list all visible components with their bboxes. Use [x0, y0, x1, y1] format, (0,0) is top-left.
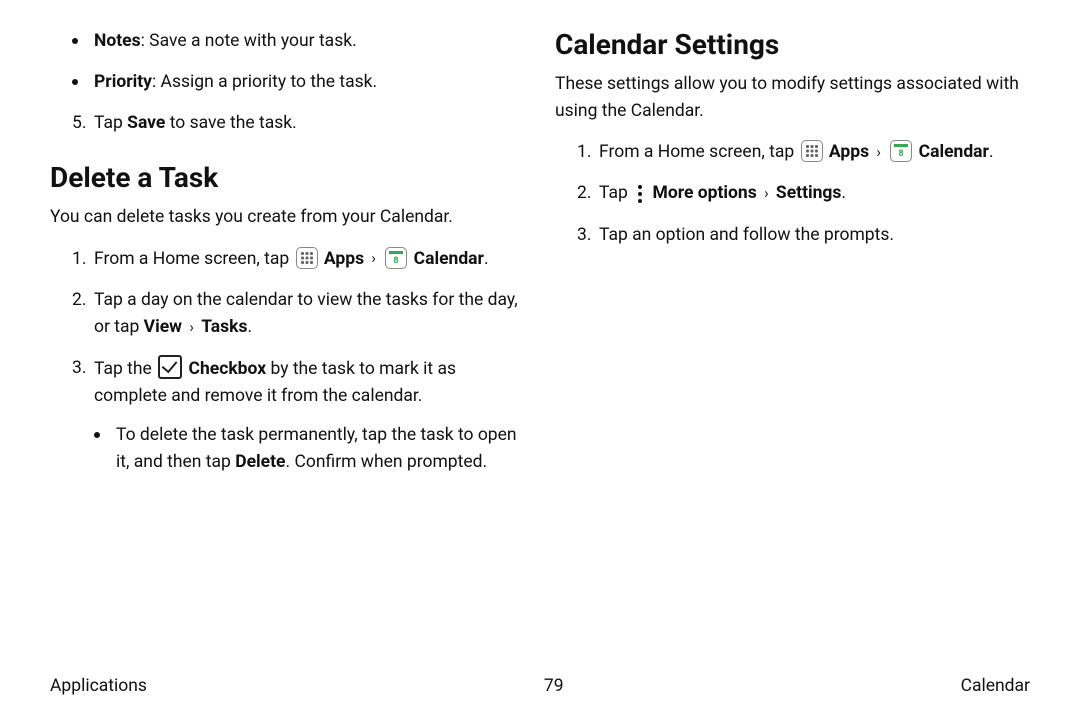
tasks-label: Tasks — [201, 317, 247, 337]
bullet-label: Notes — [94, 31, 141, 51]
settings-step-1: 1. From a Home screen, tap Apps › 8 Cale… — [577, 139, 1030, 166]
apps-icon — [801, 140, 823, 162]
footer-left: Applications — [50, 676, 147, 696]
sub-text: . Confirm when prompted. — [286, 452, 488, 472]
step-5: 5. Tap Save to save the task. — [72, 110, 525, 137]
bullet-text: : Save a note with your task. — [141, 31, 357, 51]
more-options-icon — [635, 185, 645, 203]
step-text: Tap — [599, 183, 632, 203]
view-label: View — [144, 317, 182, 337]
delete-task-steps: 1. From a Home screen, tap Apps › 8 Cale… — [50, 246, 525, 477]
settings-step-2: 2. Tap More options › Settings. — [577, 180, 1030, 207]
chevron-right-icon: › — [876, 143, 881, 161]
delete-step-3: 3. Tap the Checkbox by the task to mark … — [72, 355, 525, 477]
delete-task-intro: You can delete tasks you create from you… — [50, 204, 525, 231]
step-number: 2. — [577, 180, 591, 207]
page-footer: Applications 79 Calendar — [50, 676, 1030, 696]
apps-label: Apps — [829, 142, 869, 162]
right-column: Calendar Settings These settings allow y… — [555, 28, 1030, 490]
calendar-settings-heading: Calendar Settings — [555, 28, 1030, 61]
apps-label: Apps — [324, 249, 364, 269]
step-text: Tap an option and follow the prompts. — [599, 225, 894, 245]
checkbox-label: Checkbox — [189, 359, 267, 379]
footer-page-number: 79 — [544, 676, 564, 696]
calendar-settings-intro: These settings allow you to modify setti… — [555, 71, 1030, 125]
step-number: 3. — [72, 355, 86, 382]
footer-right: Calendar — [961, 676, 1030, 696]
delete-task-heading: Delete a Task — [50, 161, 525, 194]
period: . — [841, 183, 846, 203]
left-column: Notes: Save a note with your task. Prior… — [50, 28, 525, 490]
step-text: Tap — [94, 113, 127, 133]
chevron-right-icon: › — [371, 249, 376, 267]
step-text: From a Home screen, tap — [599, 142, 799, 162]
chevron-right-icon: › — [764, 184, 769, 202]
delete-step-2: 2. Tap a day on the calendar to view the… — [72, 287, 525, 341]
more-options-label: More options — [653, 183, 757, 203]
step-text: Tap the — [94, 359, 156, 379]
save-task-steps: 5. Tap Save to save the task. — [50, 110, 525, 137]
step-text: From a Home screen, tap — [94, 249, 294, 269]
step-text: to save the task. — [165, 113, 296, 133]
settings-step-3: 3. Tap an option and follow the prompts. — [577, 222, 1030, 249]
calendar-settings-steps: 1. From a Home screen, tap Apps › 8 Cale… — [555, 139, 1030, 248]
svg-text:8: 8 — [899, 149, 904, 158]
settings-label: Settings — [776, 183, 842, 203]
delete-step-3-sub: To delete the task permanently, tap the … — [94, 422, 525, 476]
bullet-priority: Priority: Assign a priority to the task. — [94, 69, 525, 96]
period: . — [989, 142, 994, 162]
bullet-notes: Notes: Save a note with your task. — [94, 28, 525, 55]
apps-icon — [296, 247, 318, 269]
step-number: 5. — [72, 110, 86, 137]
calendar-label: Calendar — [919, 142, 989, 162]
step-number: 2. — [72, 287, 86, 314]
svg-text:8: 8 — [394, 256, 399, 265]
calendar-icon: 8 — [385, 247, 407, 269]
bullet-text: : Assign a priority to the task. — [152, 72, 377, 92]
period: . — [484, 249, 489, 269]
save-label: Save — [127, 113, 165, 133]
step-number: 3. — [577, 222, 591, 249]
chevron-right-icon: › — [189, 318, 194, 336]
calendar-label: Calendar — [414, 249, 484, 269]
step-number: 1. — [577, 139, 591, 166]
bullet-label: Priority — [94, 72, 152, 92]
step-number: 1. — [72, 246, 86, 273]
task-options-bullets: Notes: Save a note with your task. Prior… — [50, 28, 525, 96]
period: . — [248, 317, 253, 337]
calendar-icon: 8 — [890, 140, 912, 162]
delete-step-1: 1. From a Home screen, tap Apps › 8 Cale… — [72, 246, 525, 273]
delete-label: Delete — [235, 452, 285, 472]
sub-bullet-item: To delete the task permanently, tap the … — [116, 422, 525, 476]
checkbox-icon — [158, 355, 182, 379]
